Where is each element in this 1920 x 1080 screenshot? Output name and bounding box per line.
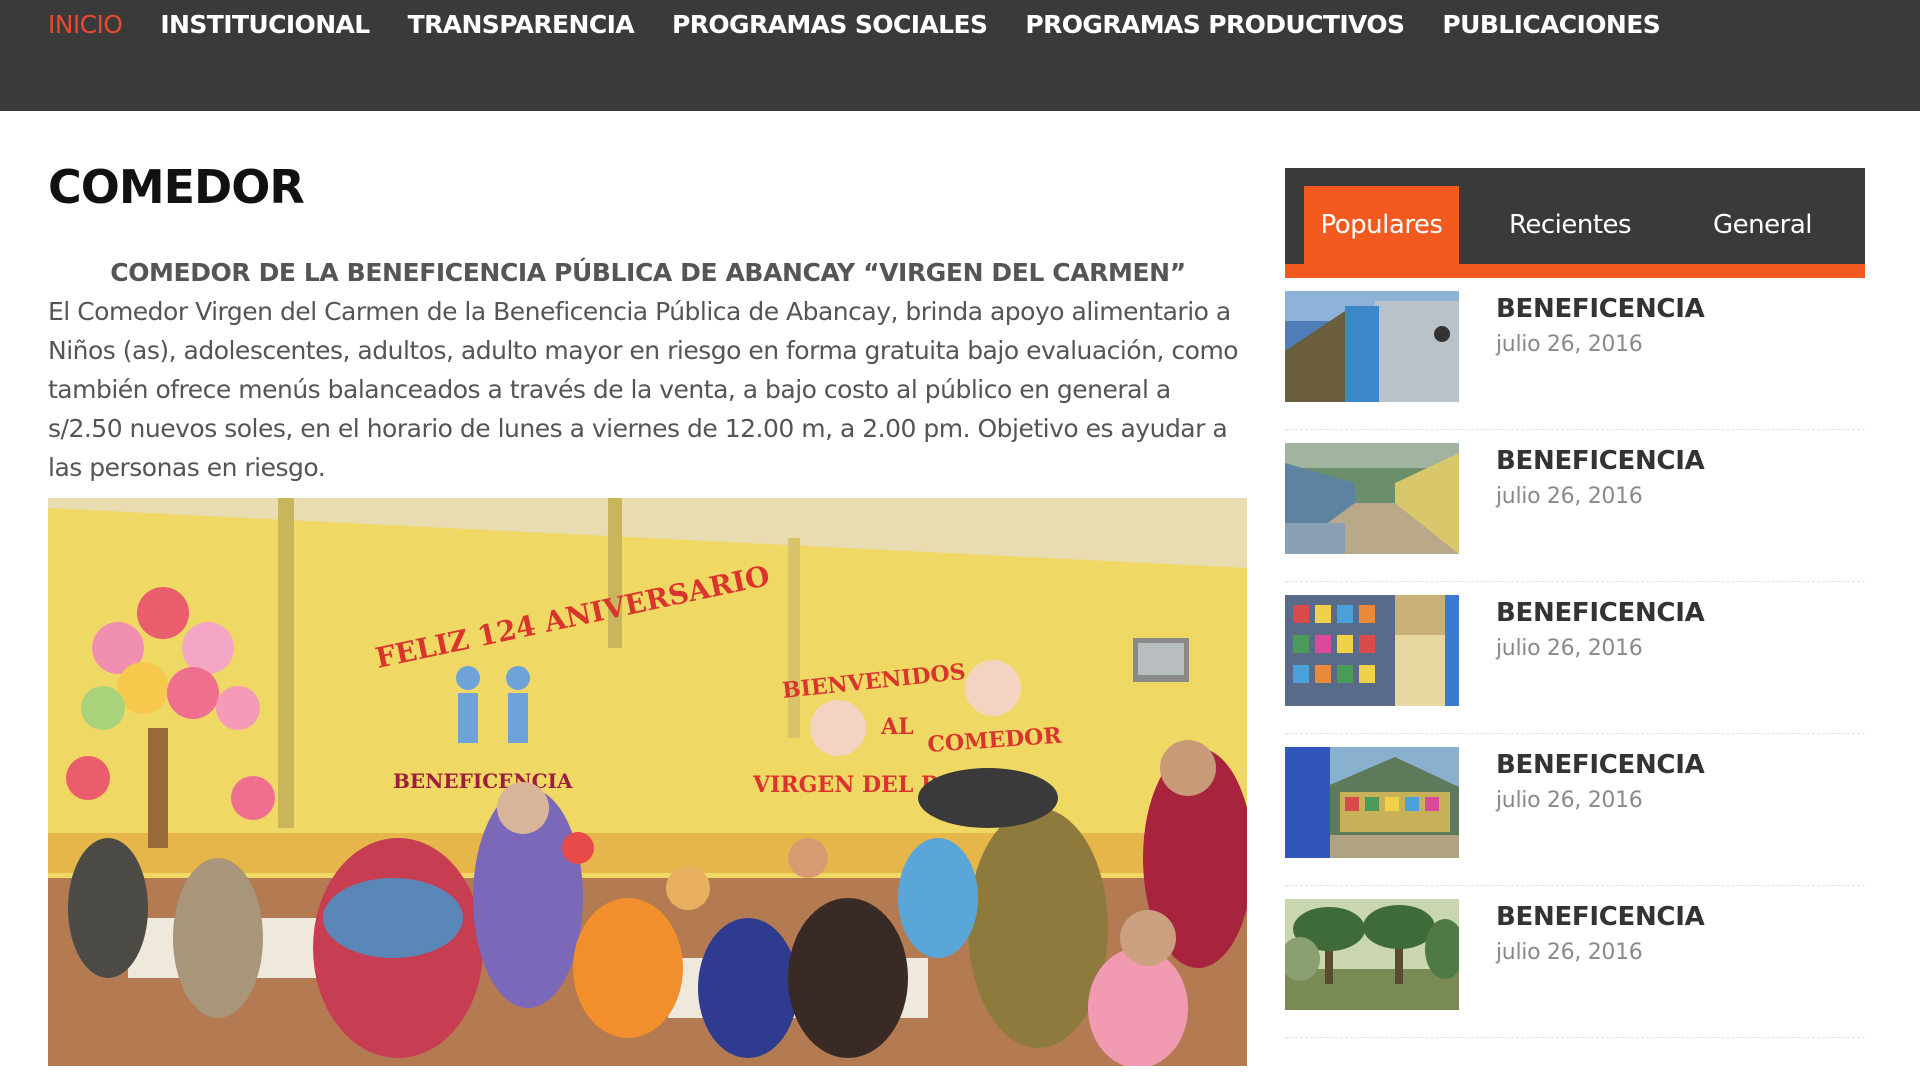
photo-wall-text-beneficencia: BENEFICENCIA [393,769,573,793]
tab-general[interactable]: General [1675,186,1850,264]
post-thumbnail[interactable] [1285,747,1459,858]
popular-post-1: BENEFICENCIA julio 26, 2016 [1285,278,1865,430]
post-title[interactable]: BENEFICENCIA [1496,294,1705,324]
post-date: julio 26, 2016 [1496,484,1643,509]
post-date: julio 26, 2016 [1496,940,1643,965]
post-thumbnail[interactable] [1285,595,1459,706]
nav-item-inicio[interactable]: INICIO [48,10,123,39]
sidebar-tabs: Populares Recientes General [1285,168,1865,278]
post-thumbnail[interactable] [1285,899,1459,1010]
post-title[interactable]: BENEFICENCIA [1496,446,1705,476]
sidebar-widget: Populares Recientes General BENEFICENCIA… [1285,168,1865,1038]
nav-item-institucional[interactable]: INSTITUCIONAL [160,10,370,39]
popular-post-5: BENEFICENCIA julio 26, 2016 [1285,886,1865,1038]
tab-populares[interactable]: Populares [1304,186,1459,264]
post-date: julio 26, 2016 [1496,332,1643,357]
popular-post-2: BENEFICENCIA julio 26, 2016 [1285,430,1865,582]
nav-item-programas-sociales[interactable]: PROGRAMAS SOCIALES [672,10,988,39]
post-thumbnail[interactable] [1285,291,1459,402]
article-body: El Comedor Virgen del Carmen de la Benef… [48,297,1239,482]
popular-post-4: BENEFICENCIA julio 26, 2016 [1285,734,1865,886]
top-navigation: INICIO INSTITUCIONAL TRANSPARENCIA PROGR… [0,0,1920,111]
comedor-photo: FELIZ 124 ANIVERSARIO BENEFICENCIA BIENV… [48,498,1247,1066]
post-title[interactable]: BENEFICENCIA [1496,598,1705,628]
post-title[interactable]: BENEFICENCIA [1496,750,1705,780]
page-title: COMEDOR [48,160,305,214]
article: COMEDOR COMEDOR DE LA BENEFICENCIA PÚBLI… [48,160,1248,487]
comedor-photo-illustration: FELIZ 124 ANIVERSARIO BENEFICENCIA BIENV… [48,498,1247,1066]
popular-post-3: BENEFICENCIA julio 26, 2016 [1285,582,1865,734]
nav-item-programas-productivos[interactable]: PROGRAMAS PRODUCTIVOS [1025,10,1405,39]
tab-recientes[interactable]: Recientes [1480,186,1660,264]
post-date: julio 26, 2016 [1496,788,1643,813]
post-date: julio 26, 2016 [1496,636,1643,661]
post-title[interactable]: BENEFICENCIA [1496,902,1705,932]
nav-menu: INICIO INSTITUCIONAL TRANSPARENCIA PROGR… [48,10,1698,39]
post-thumbnail[interactable] [1285,443,1459,554]
article-subheading: COMEDOR DE LA BENEFICENCIA PÚBLICA DE AB… [110,258,1186,287]
photo-wall-text-al: AL [880,714,914,740]
nav-item-publicaciones[interactable]: PUBLICACIONES [1442,10,1660,39]
nav-item-transparencia[interactable]: TRANSPARENCIA [408,10,635,39]
